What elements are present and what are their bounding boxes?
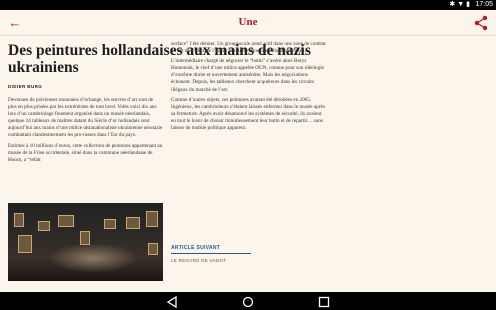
paragraph: L’intermédiaire chargé de négocier le “b… bbox=[171, 58, 324, 93]
system-back-button[interactable] bbox=[165, 295, 179, 309]
next-article-link[interactable]: ARTICLE SUIVANT LE REGARD DE VADOT bbox=[171, 245, 251, 263]
article-column-right: surface” l’été dernier. Un groupuscule a… bbox=[171, 41, 326, 135]
system-nav-bar bbox=[0, 292, 496, 310]
article-content: Des peintures hollandaises aux mains de … bbox=[0, 36, 496, 292]
paragraph: Comme d’autres objets, ces peintures ava… bbox=[171, 96, 325, 132]
status-icons: ✱ ▼ ▮ bbox=[449, 1, 470, 9]
article-photo[interactable] bbox=[8, 203, 163, 281]
next-article-label: ARTICLE SUIVANT bbox=[171, 245, 221, 251]
next-article-title: LE REGARD DE VADOT bbox=[171, 258, 227, 263]
recents-square-icon bbox=[318, 296, 330, 308]
share-icon bbox=[474, 15, 488, 31]
paragraph: Devenues de précieuses monnaies d’échang… bbox=[8, 97, 163, 139]
home-circle-icon bbox=[242, 296, 254, 308]
status-bar: ✱ ▼ ▮ 17:05 bbox=[0, 0, 496, 10]
divider bbox=[171, 253, 251, 254]
system-home-button[interactable] bbox=[241, 295, 255, 308]
bluetooth-icon: ✱ bbox=[449, 1, 456, 8]
section-title: Une bbox=[238, 16, 258, 28]
battery-icon: ▮ bbox=[466, 1, 470, 8]
share-button[interactable] bbox=[472, 14, 490, 32]
status-time: 17:05 bbox=[475, 1, 493, 8]
wifi-icon: ▼ bbox=[457, 1, 465, 8]
paragraph: surface” l’été dernier. Un groupuscule a… bbox=[171, 41, 326, 55]
back-triangle-icon bbox=[166, 295, 177, 309]
app-bar: ← Une bbox=[0, 10, 496, 36]
article-author: DIDIER BURG bbox=[8, 84, 43, 89]
paragraph: Estimée à 10 millions d’euros, cette col… bbox=[8, 142, 163, 163]
article-column-left: Devenues de précieuses monnaies d’échang… bbox=[8, 97, 163, 167]
system-recents-button[interactable] bbox=[317, 295, 331, 308]
